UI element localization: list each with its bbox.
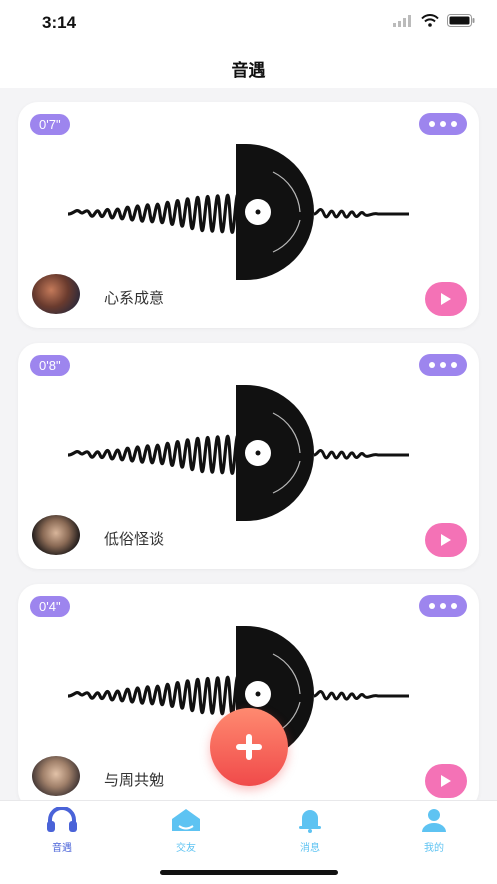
nav-bar: 音遇 xyxy=(0,48,497,88)
tab-label: 消息 xyxy=(300,843,320,854)
house-icon xyxy=(172,809,200,831)
play-button[interactable] xyxy=(425,282,467,316)
more-dots-icon xyxy=(429,121,435,127)
username[interactable]: 与周共勉 xyxy=(104,769,164,790)
avatar[interactable] xyxy=(32,756,80,796)
play-icon xyxy=(441,775,451,787)
play-icon xyxy=(441,534,451,546)
username[interactable]: 心系成意 xyxy=(104,287,164,308)
signal-icon xyxy=(393,14,411,27)
page-title: 音遇 xyxy=(231,61,266,81)
duration-badge: 0'4" xyxy=(30,596,70,617)
tab-label: 交友 xyxy=(176,843,196,854)
voice-card-list[interactable]: 0'7" 心系成意 0'8" 低俗怪谈 0'4" 与周共勉 xyxy=(0,88,497,800)
avatar[interactable] xyxy=(32,515,80,555)
status-bar: 3:14 xyxy=(0,0,497,48)
tab-yinyu[interactable]: 音遇 xyxy=(22,806,102,854)
tab-jiaoyou[interactable]: 交友 xyxy=(146,807,226,854)
tab-wode[interactable]: 我的 xyxy=(394,807,474,854)
duration-badge: 0'7" xyxy=(30,114,70,135)
more-dots-icon xyxy=(429,603,435,609)
more-button[interactable] xyxy=(419,354,467,376)
headphones-icon xyxy=(47,806,77,832)
more-dots-icon xyxy=(429,362,435,368)
plus-icon xyxy=(236,734,262,760)
avatar[interactable] xyxy=(32,274,80,314)
username[interactable]: 低俗怪谈 xyxy=(104,528,164,549)
user-icon xyxy=(422,809,446,832)
duration-badge: 0'8" xyxy=(30,355,70,376)
home-indicator xyxy=(160,870,338,875)
battery-icon xyxy=(447,14,475,27)
tab-label: 音遇 xyxy=(52,843,72,854)
status-time: 3:14 xyxy=(42,13,77,32)
record-wave-icon xyxy=(68,385,409,521)
tab-label: 我的 xyxy=(424,843,444,854)
more-button[interactable] xyxy=(419,113,467,135)
play-icon xyxy=(441,293,451,305)
voice-card[interactable]: 0'7" 心系成意 xyxy=(18,102,479,328)
record-wave-icon xyxy=(68,144,409,280)
voice-card[interactable]: 0'8" 低俗怪谈 xyxy=(18,343,479,569)
tab-xiaoxi[interactable]: 消息 xyxy=(270,807,350,854)
add-button[interactable] xyxy=(210,708,288,786)
wifi-icon xyxy=(421,14,439,27)
more-button[interactable] xyxy=(419,595,467,617)
play-button[interactable] xyxy=(425,523,467,557)
bell-icon xyxy=(299,810,321,833)
status-icons xyxy=(393,14,475,27)
play-button[interactable] xyxy=(425,764,467,798)
